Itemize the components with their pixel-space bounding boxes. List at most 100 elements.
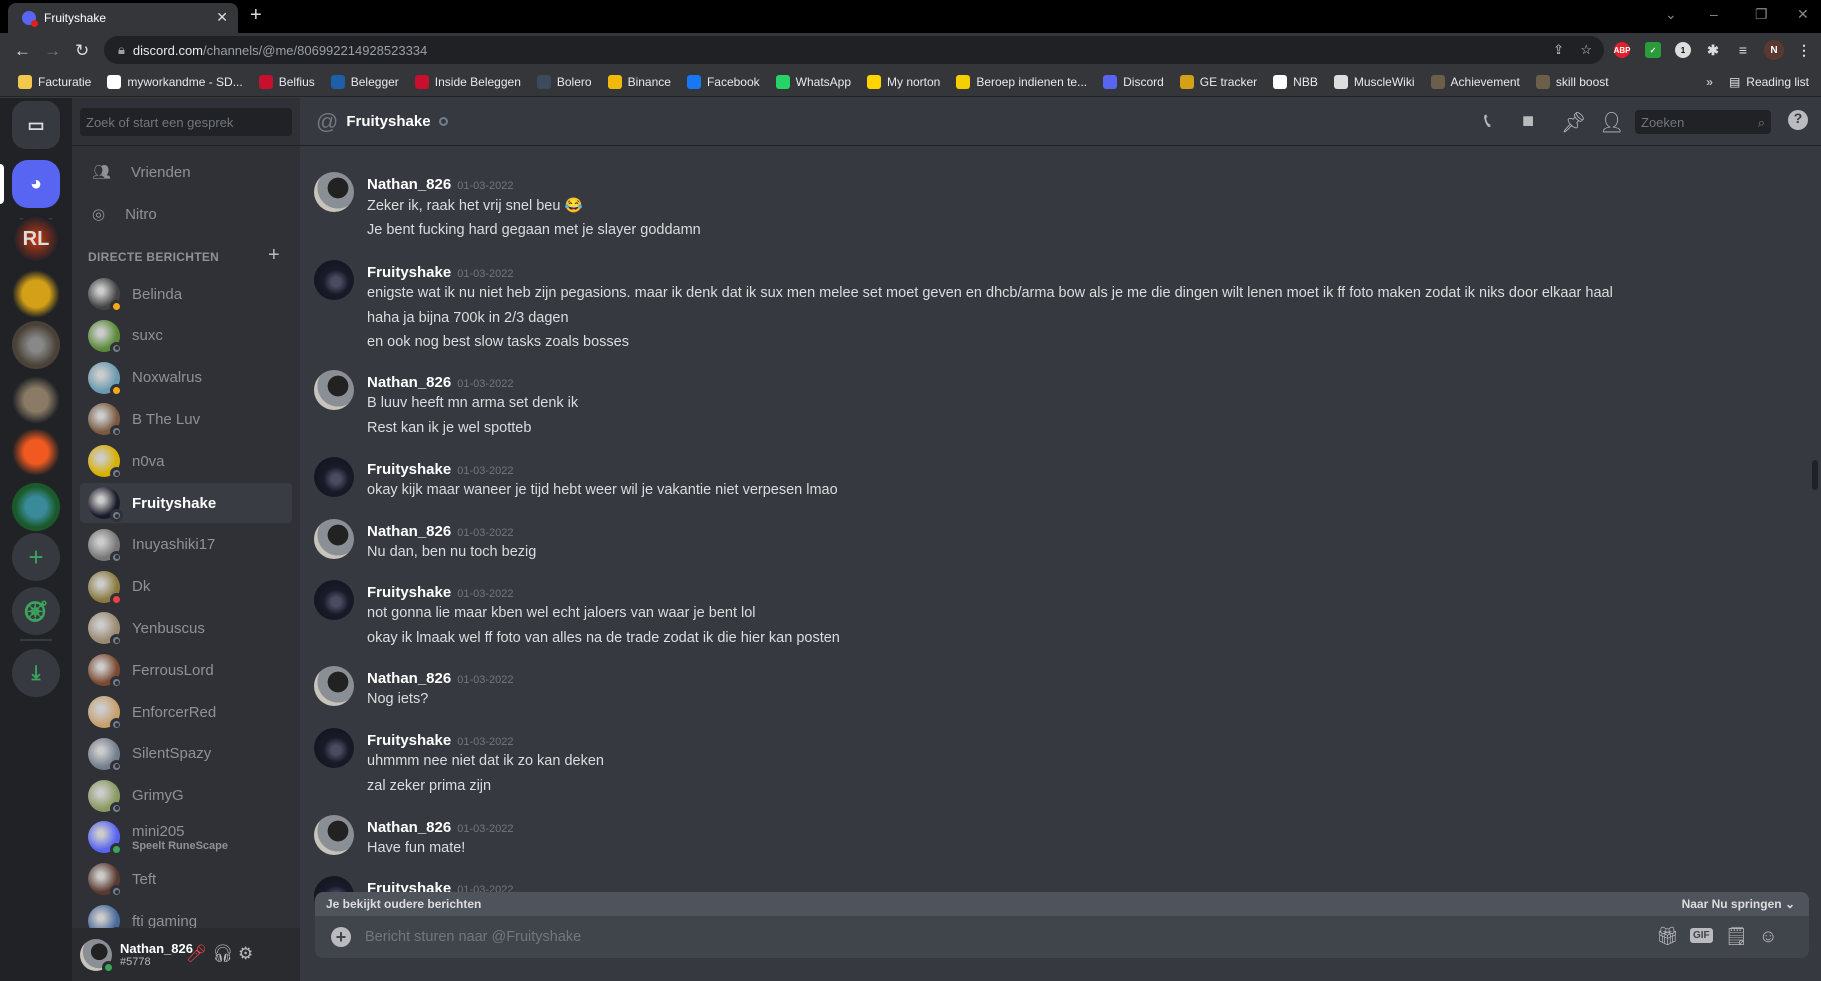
bookmark-item[interactable]: My norton — [867, 74, 940, 89]
server-armour[interactable] — [12, 321, 60, 369]
check-extension-icon[interactable]: ✓ — [1645, 42, 1661, 58]
author-avatar[interactable] — [314, 370, 354, 410]
dm-item[interactable]: n0va — [80, 441, 292, 481]
add-server-button[interactable]: + — [12, 533, 60, 581]
scrollbar[interactable] — [1812, 460, 1818, 490]
dm-item[interactable]: Dk — [80, 567, 292, 607]
profile-avatar[interactable]: N — [1764, 40, 1784, 60]
bookmark-item[interactable]: GE tracker — [1179, 74, 1257, 89]
close-tab-icon[interactable]: ✕ — [216, 9, 228, 26]
dm-item[interactable]: Belinda — [80, 274, 292, 314]
new-tab-button[interactable]: + — [250, 4, 262, 27]
author-name[interactable]: Nathan_826 — [367, 670, 451, 687]
author-avatar[interactable] — [314, 172, 354, 212]
reload-button[interactable]: ↻ — [75, 41, 89, 61]
bookmark-item[interactable]: NBB — [1273, 74, 1318, 89]
voice-call-icon[interactable]: 📞︎ — [1484, 110, 1491, 133]
author-name[interactable]: Nathan_826 — [367, 523, 451, 540]
star-icon[interactable]: ☆ — [1580, 42, 1592, 58]
server-suxc[interactable] — [12, 483, 60, 531]
author-avatar[interactable] — [314, 815, 354, 855]
author-avatar[interactable] — [314, 457, 354, 497]
bookmark-item[interactable]: Binance — [607, 74, 671, 89]
media-control-icon[interactable]: ≡ — [1735, 42, 1751, 58]
dm-item[interactable]: Inuyashiki17 — [80, 525, 292, 565]
mute-microphone-icon[interactable]: 🎤︎ — [186, 944, 208, 964]
gif-button[interactable]: GIF — [1690, 928, 1713, 943]
emoji-icon[interactable]: ☺ — [1759, 926, 1777, 947]
explore-compass-icon[interactable]: 🧭︎ — [12, 587, 60, 635]
author-name[interactable]: Fruityshake — [367, 264, 451, 281]
create-dm-button[interactable]: + — [268, 244, 280, 267]
jump-to-present-button[interactable]: Naar Nu springen ⌄ — [1682, 897, 1795, 911]
bookmark-item[interactable]: Facturatie — [18, 74, 91, 89]
dm-item[interactable]: mini205 Speelt RuneScape — [80, 817, 292, 857]
dm-item[interactable]: Fruityshake — [80, 483, 292, 523]
author-name[interactable]: Fruityshake — [367, 584, 451, 601]
author-avatar[interactable] — [314, 580, 354, 620]
adblock-icon[interactable]: ABP — [1614, 42, 1630, 58]
dm-item[interactable]: suxc — [80, 316, 292, 356]
author-name[interactable]: Fruityshake — [367, 461, 451, 478]
bookmark-item[interactable]: myworkandme - SD... — [107, 74, 243, 89]
inbox-icon[interactable]: ▭ — [12, 101, 60, 149]
video-call-icon[interactable]: ■ — [1522, 110, 1534, 133]
nitro-nav-item[interactable]: ◎ Nitro — [80, 193, 292, 235]
browser-tab[interactable]: Fruityshake ✕ — [8, 3, 238, 33]
bookmark-item[interactable]: Discord — [1103, 74, 1164, 89]
restore-button[interactable]: ❐ — [1755, 6, 1768, 23]
bookmark-item[interactable]: Belfius — [258, 74, 315, 89]
sticker-icon[interactable]: 🗒︎ — [1725, 926, 1748, 947]
message-input[interactable]: + Bericht sturen naar @Fruityshake 🎁︎ GI… — [315, 916, 1809, 958]
bookmark-item[interactable]: Achievement — [1430, 74, 1520, 89]
dm-search-input[interactable]: Zoek of start een gesprek — [80, 108, 292, 136]
download-apps-icon[interactable]: ⤓ — [12, 649, 60, 697]
add-friend-to-dm-icon[interactable]: 👤︎ — [1599, 110, 1624, 135]
url-bar[interactable]: 🔒︎ discord.com/channels/@me/8069922149285… — [104, 36, 1604, 64]
discord-home-icon[interactable]: ◕ — [12, 160, 60, 208]
dm-item[interactable]: GrimyG — [80, 776, 292, 816]
author-avatar[interactable] — [314, 666, 354, 706]
author-avatar[interactable] — [314, 260, 354, 300]
headphones-icon[interactable]: 🎧︎ — [212, 944, 234, 964]
gift-icon[interactable]: 🎁︎ — [1656, 926, 1679, 947]
menu-kebab-icon[interactable]: ⋮ — [1796, 42, 1812, 58]
bookmark-item[interactable]: Bolero — [536, 74, 592, 89]
upload-plus-icon[interactable]: + — [331, 927, 351, 947]
extension-badge-icon[interactable]: 1 — [1675, 42, 1691, 58]
author-name[interactable]: Fruityshake — [367, 732, 451, 749]
author-name[interactable]: Nathan_826 — [367, 819, 451, 836]
dm-item[interactable]: Yenbuscus — [80, 608, 292, 648]
dm-item[interactable]: B The Luv — [80, 399, 292, 439]
help-icon[interactable]: ? — [1788, 110, 1808, 130]
bookmark-item[interactable]: MuscleWiki — [1333, 74, 1415, 89]
user-avatar[interactable] — [80, 938, 115, 974]
dm-item[interactable]: Noxwalrus — [80, 358, 292, 398]
bookmark-item[interactable]: Inside Beleggen — [414, 74, 521, 89]
back-button[interactable]: ← — [14, 41, 31, 61]
author-avatar[interactable] — [314, 728, 354, 768]
bookmark-item[interactable]: Beroep indienen te... — [956, 74, 1087, 89]
minimize-button[interactable]: – — [1710, 6, 1718, 22]
reading-list-button[interactable]: ▤ Reading list — [1729, 75, 1809, 89]
chat-search-input[interactable]: Zoeken ⌕ — [1635, 110, 1771, 134]
server-wolf[interactable] — [12, 376, 60, 424]
dm-item[interactable]: EnforcerRed — [80, 692, 292, 732]
server-fire[interactable] — [12, 428, 60, 476]
friends-nav-item[interactable]: 👥︎ Vrienden — [80, 151, 292, 193]
tab-search-icon[interactable]: ⌄ — [1665, 6, 1677, 23]
extensions-puzzle-icon[interactable]: ✱ — [1705, 42, 1721, 58]
more-bookmarks-button[interactable]: » — [1706, 75, 1713, 89]
bookmark-item[interactable]: skill boost — [1535, 74, 1609, 89]
bookmark-item[interactable]: WhatsApp — [775, 74, 851, 89]
author-avatar[interactable] — [314, 519, 354, 559]
dm-item[interactable]: FerrousLord — [80, 650, 292, 690]
server-runelite[interactable]: RL — [12, 215, 60, 263]
dm-item[interactable]: SilentSpazy — [80, 734, 292, 774]
server-helmet[interactable] — [12, 270, 60, 318]
pinned-messages-icon[interactable]: 📌︎ — [1561, 110, 1586, 135]
dm-item[interactable]: Teft — [80, 859, 292, 899]
close-window-button[interactable]: ✕ — [1797, 6, 1809, 23]
settings-gear-icon[interactable]: ⚙ — [238, 944, 253, 964]
bookmark-item[interactable]: Belegger — [330, 74, 399, 89]
